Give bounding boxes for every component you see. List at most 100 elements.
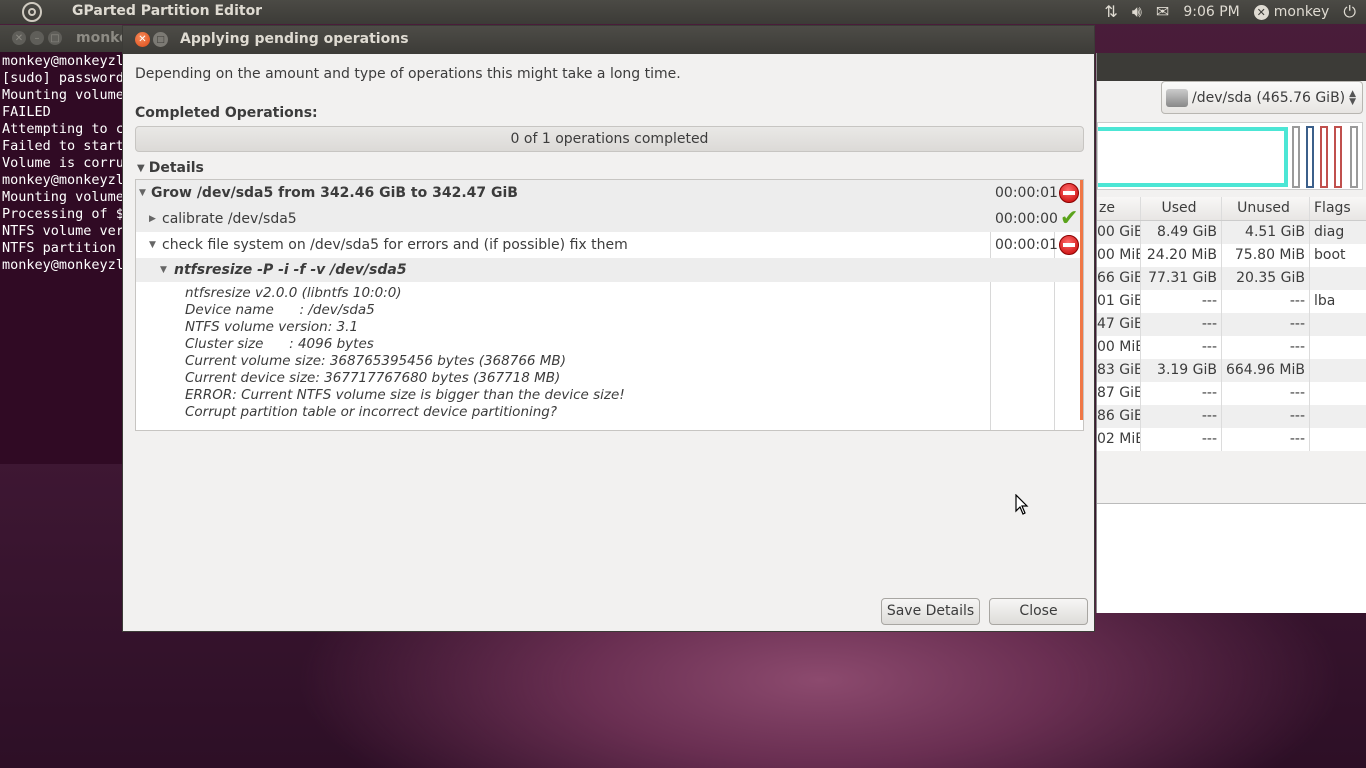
mail-icon[interactable]: ✉ (1156, 0, 1169, 24)
terminal-titlebar[interactable]: ✕ – □ monke (0, 25, 125, 52)
close-icon[interactable]: ✕ (135, 32, 150, 47)
table-row[interactable]: 47 GiB --- --- (1097, 313, 1366, 336)
scrollbar[interactable] (1080, 180, 1083, 420)
command-label: ntfsresize -P -i -f -v /dev/sda5 (174, 262, 407, 278)
cell-used: --- (1141, 405, 1222, 428)
table-row[interactable]: 66 GiB 77.31 GiB 20.35 GiB (1097, 267, 1366, 290)
expander-down-icon[interactable]: ▼ (149, 232, 156, 258)
details-label: Details (148, 160, 204, 176)
cell-flags (1310, 313, 1366, 336)
maximize-icon[interactable]: □ (153, 32, 168, 47)
terminal-line: monkey@monkeyzl (2, 53, 124, 69)
partition-block-ntfs[interactable] (1098, 127, 1288, 187)
partition-rows: 00 GiB 8.49 GiB 4.51 GiB diag 00 MiB 24.20 Mi… (1097, 221, 1366, 451)
cell-unused: --- (1222, 313, 1310, 336)
table-row[interactable]: 86 GiB --- --- (1097, 405, 1366, 428)
terminal-window[interactable]: ✕ – □ monke monkey@monkeyzl [sudo] passwo… (0, 25, 125, 464)
col-flags-header[interactable]: Flags (1310, 197, 1366, 220)
close-button[interactable]: Close (989, 598, 1088, 625)
cell-used: 24.20 MiB (1141, 244, 1222, 267)
cell-size: 83 GiB (1097, 359, 1141, 382)
operation-time: 00:00:00 (995, 211, 1058, 227)
tree-row-calibrate[interactable]: ▶ calibrate /dev/sda5 00:00:00 ✔ (136, 206, 1083, 232)
cell-used: 8.49 GiB (1141, 221, 1222, 244)
dialog-description: Depending on the amount and type of oper… (135, 66, 681, 82)
table-row[interactable]: 00 GiB 8.49 GiB 4.51 GiB diag (1097, 221, 1366, 244)
partition-block[interactable] (1350, 126, 1358, 188)
table-row[interactable]: 02 MiB --- --- (1097, 428, 1366, 451)
operation-time: 00:00:01 (995, 237, 1058, 253)
cell-unused: --- (1222, 336, 1310, 359)
network-icon[interactable]: ⇅ (1104, 0, 1117, 24)
partition-block[interactable] (1334, 126, 1342, 188)
log-line: ERROR: Current NTFS volume size is bigge… (185, 387, 625, 403)
expander-down-icon[interactable]: ▼ (139, 180, 146, 206)
minimize-icon[interactable]: – (30, 31, 44, 45)
operation-time: 00:00:01 (995, 185, 1058, 201)
volume-icon[interactable]: 🔊︎ (1132, 0, 1142, 24)
terminal-title: monke (76, 30, 125, 46)
details-expander[interactable]: ▼ Details (137, 160, 204, 176)
table-row[interactable]: 01 GiB --- --- lba (1097, 290, 1366, 313)
cell-used: 3.19 GiB (1141, 359, 1222, 382)
cell-flags (1310, 359, 1366, 382)
col-unused-header[interactable]: Unused (1222, 197, 1310, 220)
terminal-line: Mounting volume (2, 189, 124, 205)
expander-right-icon[interactable]: ▶ (149, 206, 156, 232)
terminal-line: Processing of $ (2, 206, 124, 222)
partition-block[interactable] (1306, 126, 1314, 188)
partition-table[interactable]: ze Used Unused Flags 00 GiB 8.49 GiB 4.51 … (1097, 197, 1366, 451)
terminal-output[interactable]: monkey@monkeyzl [sudo] password Mounting v… (0, 52, 125, 274)
combo-arrows-icon: ▲ ▼ (1349, 89, 1356, 107)
error-icon (1059, 183, 1079, 203)
operation-label: check file system on /dev/sda5 for error… (162, 237, 628, 253)
terminal-line: Mounting volume (2, 87, 124, 103)
cell-size: 47 GiB (1097, 313, 1141, 336)
cell-unused: --- (1222, 405, 1310, 428)
clock[interactable]: 9:06 PM (1183, 4, 1239, 20)
tree-row-ntfsresize[interactable]: ▼ ntfsresize -P -i -f -v /dev/sda5 (136, 258, 1083, 282)
terminal-line: Attempting to c (2, 121, 124, 137)
maximize-icon[interactable]: □ (48, 31, 62, 45)
cell-used: --- (1141, 336, 1222, 359)
cell-flags (1310, 428, 1366, 451)
cell-size: 66 GiB (1097, 267, 1141, 290)
log-line: NTFS volume version: 3.1 (185, 319, 359, 335)
operation-label: Grow /dev/sda5 from 342.46 GiB to 342.47… (151, 185, 518, 201)
table-row[interactable]: 83 GiB 3.19 GiB 664.96 MiB (1097, 359, 1366, 382)
cell-unused: 75.80 MiB (1222, 244, 1310, 267)
disk-graphic[interactable] (1097, 122, 1363, 190)
tree-row-check-filesystem[interactable]: ▼ check file system on /dev/sda5 for err… (136, 232, 1083, 258)
col-size-header[interactable]: ze (1097, 197, 1141, 220)
tree-row-grow[interactable]: ▼ Grow /dev/sda5 from 342.46 GiB to 342.… (136, 180, 1083, 206)
cell-used: --- (1141, 428, 1222, 451)
operations-tree[interactable]: ▼ Grow /dev/sda5 from 342.46 GiB to 342.… (135, 179, 1084, 431)
col-used-header[interactable]: Used (1141, 197, 1222, 220)
user-menu[interactable]: ✕ monkey (1253, 4, 1329, 20)
cell-unused: 20.35 GiB (1222, 267, 1310, 290)
partition-block[interactable] (1320, 126, 1328, 188)
power-icon[interactable]: ⏻ (1343, 0, 1356, 24)
table-row[interactable]: 00 MiB --- --- (1097, 336, 1366, 359)
gparted-menubar (1097, 53, 1366, 81)
expander-down-icon[interactable]: ▼ (160, 258, 167, 282)
partition-block[interactable] (1292, 126, 1300, 188)
gparted-window[interactable]: /dev/sda (465.76 GiB) ▲ ▼ ze Used Unused … (1096, 53, 1366, 613)
cell-flags: lba (1314, 293, 1336, 309)
close-icon[interactable]: ✕ (12, 31, 26, 45)
table-row[interactable]: 00 MiB 24.20 MiB 75.80 MiB boot (1097, 244, 1366, 267)
harddisk-icon (1166, 88, 1188, 107)
dialog-title: Applying pending operations (180, 31, 409, 47)
cell-size: 87 GiB (1097, 382, 1141, 405)
table-row[interactable]: 87 GiB --- --- (1097, 382, 1366, 405)
dialog-titlebar[interactable]: ✕ □ Applying pending operations (123, 26, 1094, 54)
cell-flags: diag (1314, 224, 1345, 240)
terminal-line: NTFS partition (2, 240, 116, 256)
device-selector[interactable]: /dev/sda (465.76 GiB) ▲ ▼ (1161, 81, 1363, 114)
log-line: Cluster size : 4096 bytes (185, 336, 374, 352)
ubuntu-logo-icon[interactable] (22, 2, 42, 22)
save-details-button[interactable]: Save Details (881, 598, 980, 625)
terminal-line: [sudo] password (2, 70, 124, 86)
cell-unused: 4.51 GiB (1222, 221, 1310, 244)
terminal-line: Volume is corru (2, 155, 124, 171)
